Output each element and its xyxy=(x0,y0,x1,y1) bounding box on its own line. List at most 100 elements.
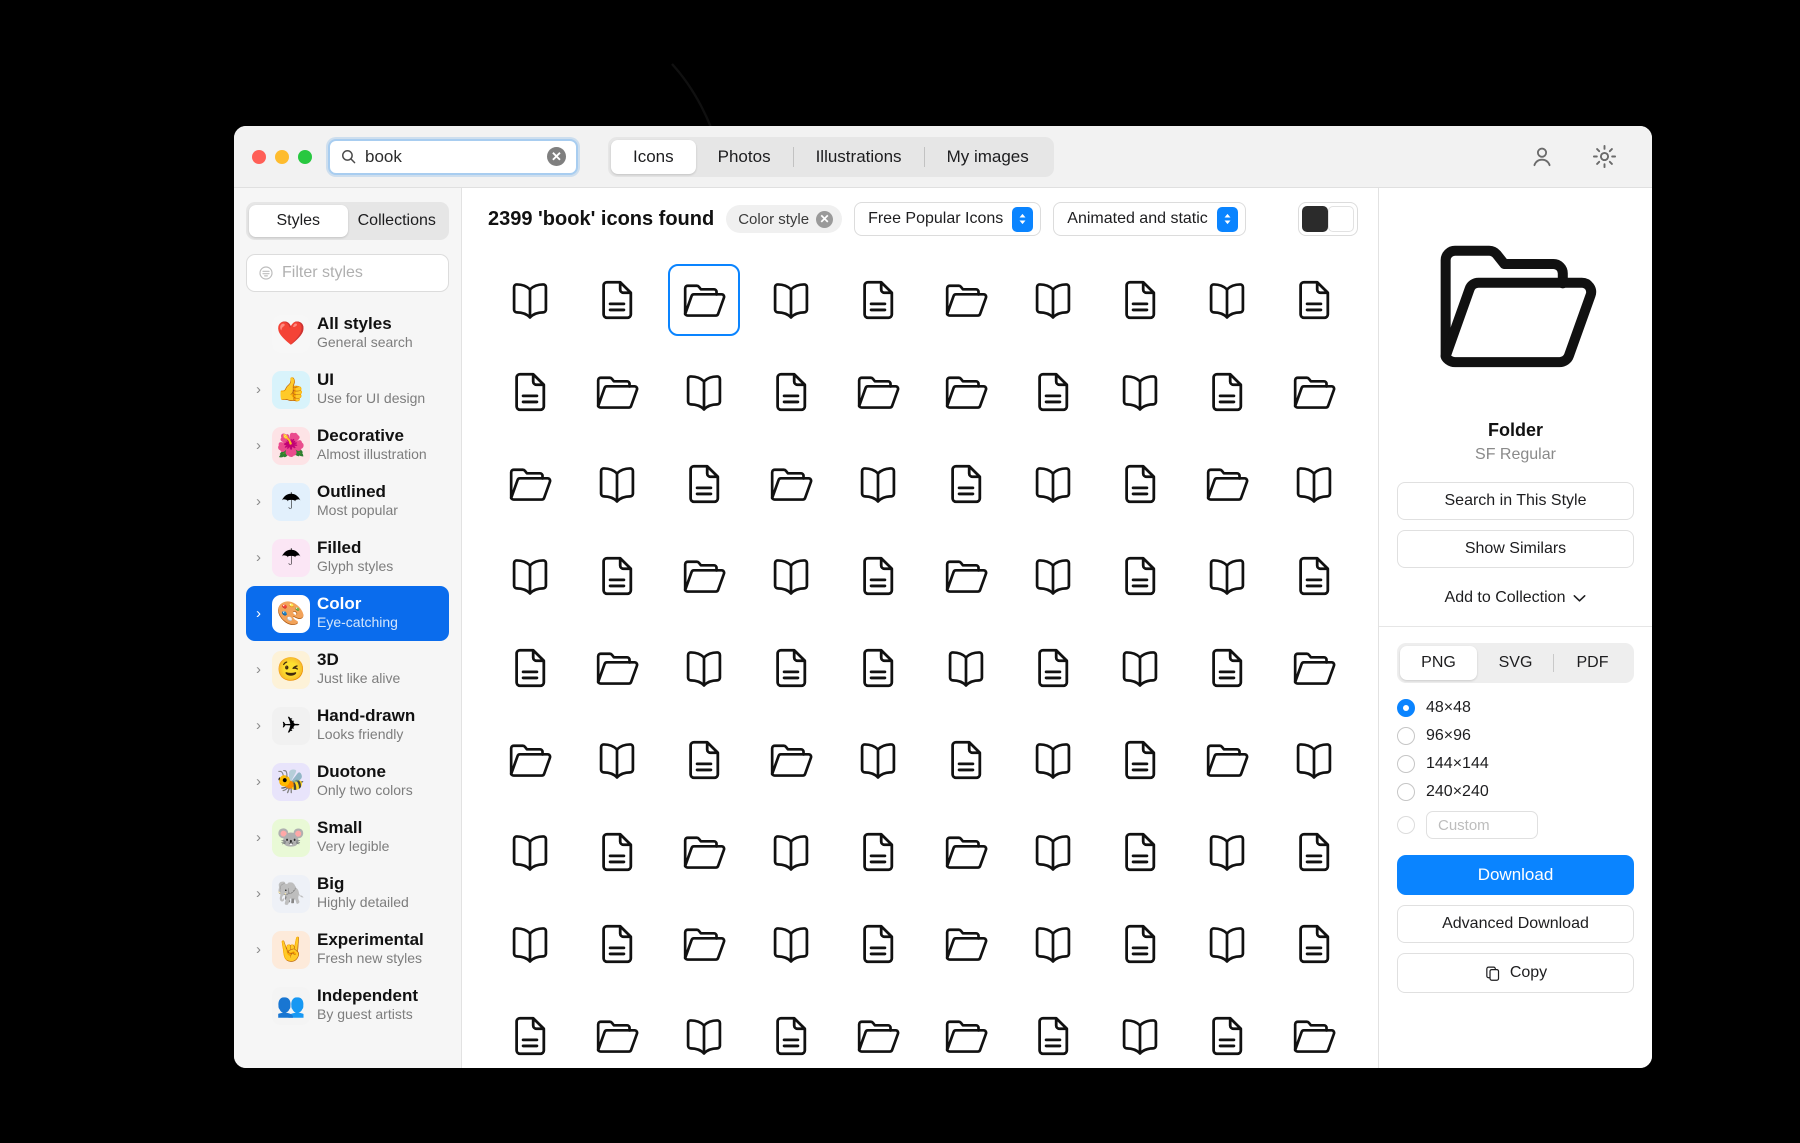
icon-result-document-icon[interactable] xyxy=(1104,448,1176,520)
sidebar-item-outlined[interactable]: › ☂ Outlined Most popular xyxy=(246,474,449,529)
icon-result-document-icon[interactable] xyxy=(581,908,653,980)
icon-result-folder-icon[interactable] xyxy=(930,356,1002,428)
expand-chevron-icon[interactable]: › xyxy=(252,773,265,790)
icon-result-book-icon[interactable] xyxy=(1017,264,1089,336)
icon-result-folder-icon[interactable] xyxy=(494,448,566,520)
minimize-window-button[interactable] xyxy=(275,149,289,164)
expand-chevron-icon[interactable]: › xyxy=(252,885,265,902)
download-button[interactable]: Download xyxy=(1397,855,1634,895)
icon-result-document-icon[interactable] xyxy=(581,540,653,612)
icon-result-document-icon[interactable] xyxy=(1191,1000,1263,1068)
icon-result-book-icon[interactable] xyxy=(1017,540,1089,612)
expand-chevron-icon[interactable]: › xyxy=(252,605,265,622)
icon-result-document-icon[interactable] xyxy=(930,724,1002,796)
icon-result-book-icon[interactable] xyxy=(755,816,827,888)
dark-swatch-option[interactable] xyxy=(1302,206,1328,232)
format-svg[interactable]: SVG xyxy=(1477,646,1554,680)
icon-result-folder-icon[interactable] xyxy=(842,356,914,428)
add-to-collection-button[interactable]: Add to Collection xyxy=(1397,578,1634,618)
icon-result-folder-icon[interactable] xyxy=(930,908,1002,980)
radio-dot-icon[interactable] xyxy=(1397,783,1415,801)
color-mode-toggle[interactable] xyxy=(1298,202,1358,236)
icon-result-document-icon[interactable] xyxy=(494,632,566,704)
account-icon[interactable] xyxy=(1529,144,1555,170)
icon-result-book-icon[interactable] xyxy=(668,632,740,704)
icon-result-folder-icon[interactable] xyxy=(755,724,827,796)
icon-result-document-icon[interactable] xyxy=(842,908,914,980)
sidebar-item-independent[interactable]: ›👥IndependentBy guest artists xyxy=(246,978,449,1033)
custom-size-input[interactable]: Custom xyxy=(1426,811,1538,839)
icon-result-folder-icon[interactable] xyxy=(930,816,1002,888)
segment-collections[interactable]: Collections xyxy=(348,205,447,237)
icon-result-document-icon[interactable] xyxy=(1017,356,1089,428)
icon-result-book-icon[interactable] xyxy=(755,540,827,612)
icon-result-document-icon[interactable] xyxy=(1017,632,1089,704)
sidebar-item-duotone[interactable]: › 🐝 Duotone Only two colors xyxy=(246,754,449,809)
tab-illustrations[interactable]: Illustrations xyxy=(794,140,924,174)
size-option-240x240[interactable]: 240×240 xyxy=(1397,783,1634,801)
segment-styles[interactable]: Styles xyxy=(249,205,348,237)
expand-chevron-icon[interactable]: › xyxy=(252,493,265,510)
icon-result-document-icon[interactable] xyxy=(668,724,740,796)
icon-result-document-icon[interactable] xyxy=(1278,540,1350,612)
icon-result-document-icon[interactable] xyxy=(1278,908,1350,980)
icon-result-book-icon[interactable] xyxy=(494,264,566,336)
radio-dot-icon[interactable] xyxy=(1397,727,1415,745)
size-option-144x144[interactable]: 144×144 xyxy=(1397,755,1634,773)
icon-result-book-icon[interactable] xyxy=(1017,816,1089,888)
advanced-download-button[interactable]: Advanced Download xyxy=(1397,905,1634,943)
icon-result-book-icon[interactable] xyxy=(1191,264,1263,336)
icon-result-document-icon[interactable] xyxy=(1191,356,1263,428)
icon-result-document-icon[interactable] xyxy=(494,356,566,428)
icon-result-folder-icon[interactable] xyxy=(668,816,740,888)
icon-result-book-icon[interactable] xyxy=(494,908,566,980)
icon-result-document-icon[interactable] xyxy=(755,356,827,428)
icon-result-book-icon[interactable] xyxy=(1017,724,1089,796)
light-swatch-option[interactable] xyxy=(1328,206,1354,232)
icon-result-book-icon[interactable] xyxy=(1278,448,1350,520)
icon-result-book-icon[interactable] xyxy=(842,724,914,796)
radio-dot-icon[interactable] xyxy=(1397,699,1415,717)
zoom-window-button[interactable] xyxy=(298,149,312,164)
icon-result-document-icon[interactable] xyxy=(842,264,914,336)
filter-styles-input[interactable]: Filter styles xyxy=(246,254,449,292)
expand-chevron-icon[interactable]: › xyxy=(252,661,265,678)
icon-result-book-icon[interactable] xyxy=(1104,632,1176,704)
active-filter-chip[interactable]: Color style ✕ xyxy=(726,205,843,233)
icon-result-document-icon[interactable] xyxy=(581,816,653,888)
icon-result-folder-icon[interactable] xyxy=(842,1000,914,1068)
icon-result-document-icon[interactable] xyxy=(581,264,653,336)
icon-result-folder-icon[interactable] xyxy=(581,356,653,428)
icon-result-folder-icon[interactable] xyxy=(668,908,740,980)
remove-filter-icon[interactable]: ✕ xyxy=(816,210,834,228)
search-in-this-style-button[interactable]: Search in This Style xyxy=(1397,482,1634,520)
icon-result-book-icon[interactable] xyxy=(581,448,653,520)
icon-result-book-icon[interactable] xyxy=(494,816,566,888)
icon-result-book-icon[interactable] xyxy=(668,1000,740,1068)
icon-result-folder-icon[interactable] xyxy=(1278,356,1350,428)
size-option-custom[interactable]: Custom xyxy=(1397,811,1634,839)
animation-dropdown[interactable]: Animated and static xyxy=(1053,202,1246,236)
icon-result-book-icon[interactable] xyxy=(755,908,827,980)
tab-my-images[interactable]: My images xyxy=(925,140,1051,174)
icon-result-document-icon[interactable] xyxy=(1104,816,1176,888)
sidebar-item-hand-drawn[interactable]: › ✈ Hand-drawn Looks friendly xyxy=(246,698,449,753)
icon-result-folder-icon[interactable] xyxy=(1278,1000,1350,1068)
icon-result-book-icon[interactable] xyxy=(581,724,653,796)
icon-result-document-icon[interactable] xyxy=(1278,816,1350,888)
icon-result-book-icon[interactable] xyxy=(842,448,914,520)
search-input[interactable]: book ✕ xyxy=(328,138,578,175)
sidebar-item-big[interactable]: › 🐘 Big Highly detailed xyxy=(246,866,449,921)
icon-result-folder-icon[interactable] xyxy=(668,540,740,612)
icon-result-folder-icon[interactable] xyxy=(581,632,653,704)
icon-result-book-icon[interactable] xyxy=(930,632,1002,704)
sidebar-item-decorative[interactable]: › 🌺 Decorative Almost illustration xyxy=(246,418,449,473)
icon-result-book-icon[interactable] xyxy=(1191,816,1263,888)
icon-result-document-icon[interactable] xyxy=(1104,264,1176,336)
size-option-48x48[interactable]: 48×48 xyxy=(1397,699,1634,717)
icon-result-document-icon[interactable] xyxy=(755,632,827,704)
icon-result-document-icon[interactable] xyxy=(1104,724,1176,796)
sidebar-item-small[interactable]: › 🐭 Small Very legible xyxy=(246,810,449,865)
pack-dropdown[interactable]: Free Popular Icons xyxy=(854,202,1042,236)
icon-result-book-icon[interactable] xyxy=(1278,724,1350,796)
